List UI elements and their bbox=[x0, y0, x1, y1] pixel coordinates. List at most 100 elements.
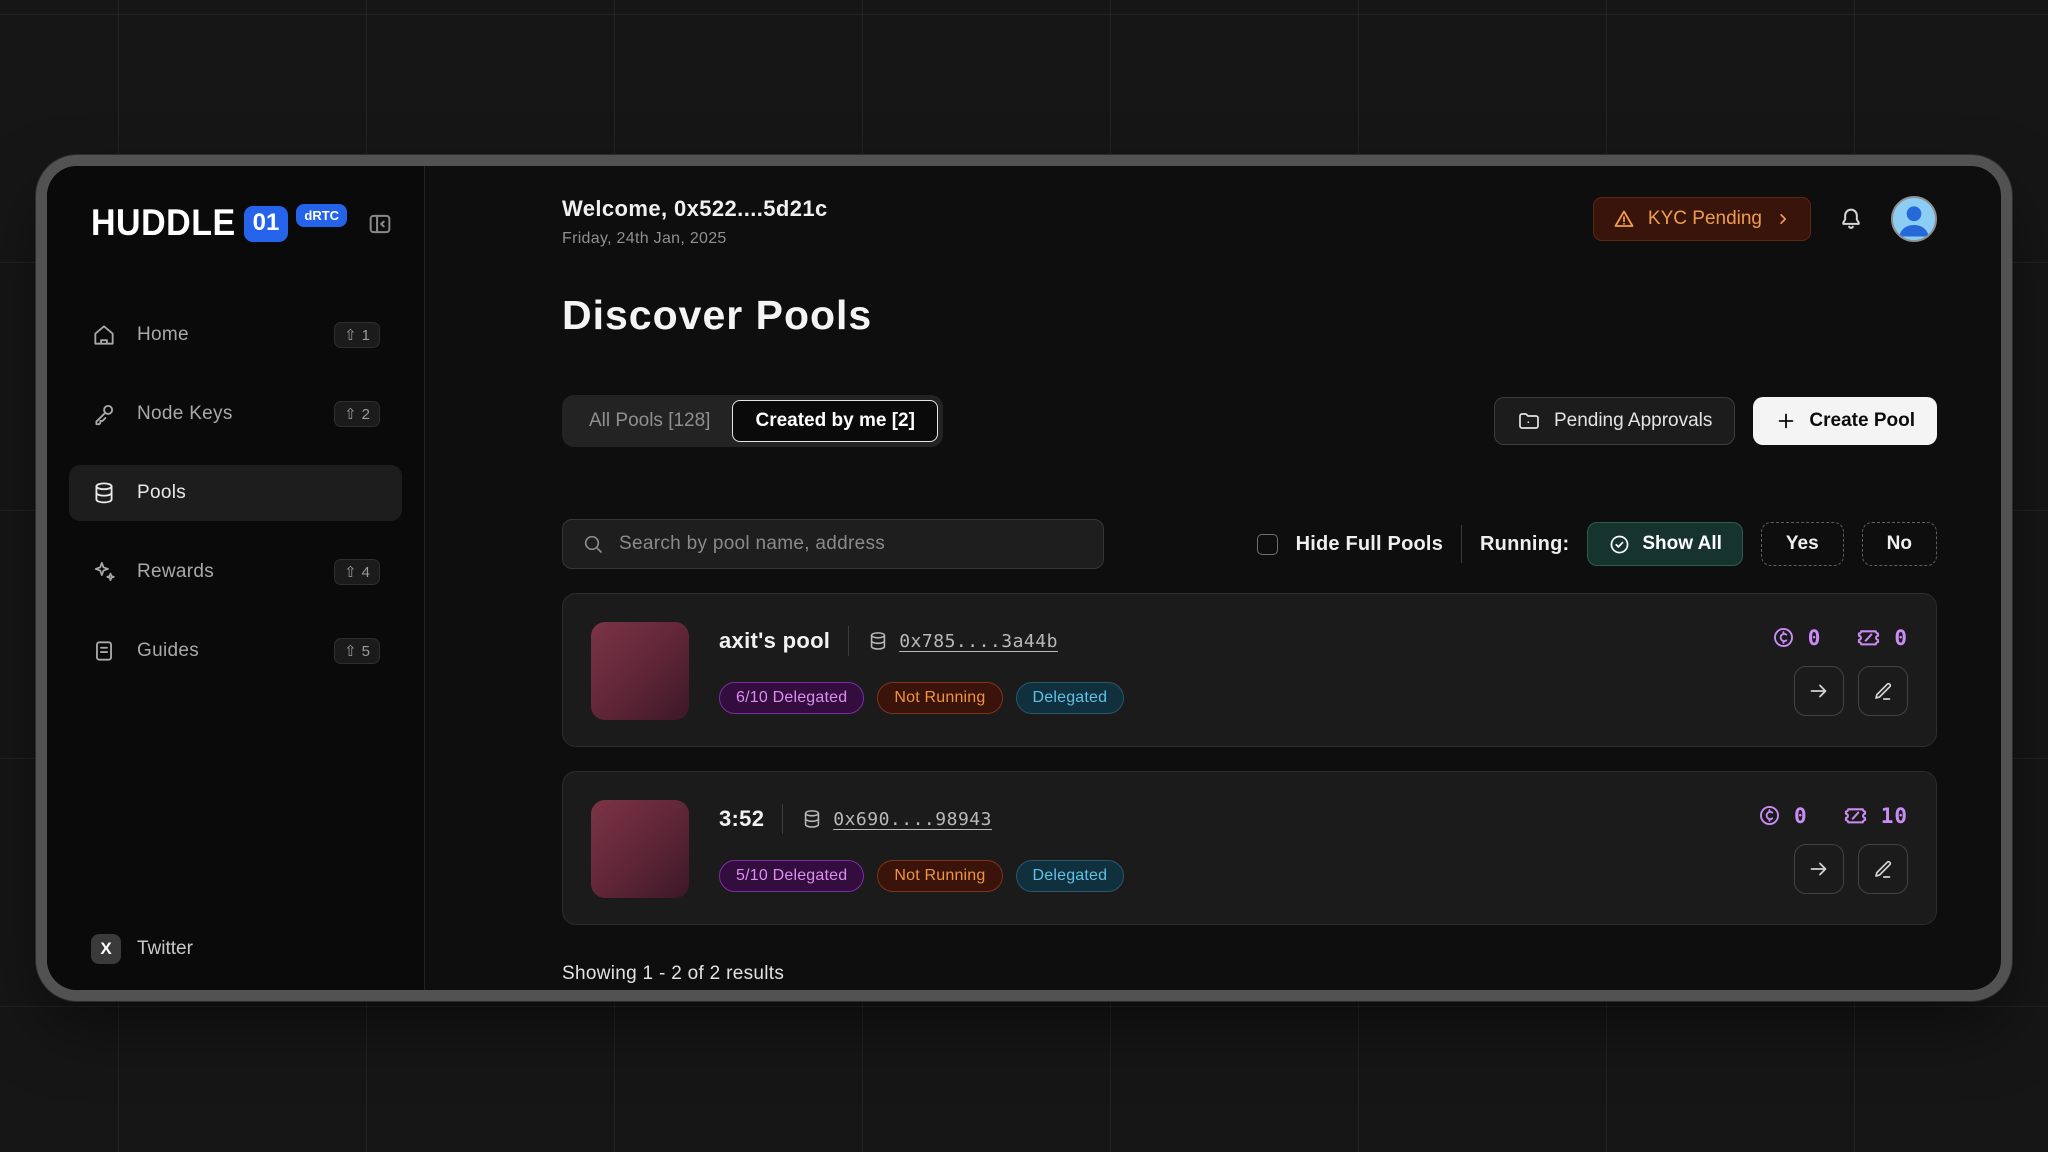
credits-value: 0 bbox=[1794, 804, 1808, 828]
open-pool-button[interactable] bbox=[1794, 844, 1844, 894]
twitter-label: Twitter bbox=[137, 938, 193, 960]
shortcut-badge: ⇧ 4 bbox=[334, 559, 380, 585]
credits-icon bbox=[1771, 625, 1796, 650]
user-avatar[interactable] bbox=[1891, 196, 1937, 242]
pool-search bbox=[562, 519, 1104, 569]
pool-actions bbox=[1794, 844, 1908, 894]
pool-name: 3:52 bbox=[719, 806, 764, 832]
pool-tabs: All Pools [128] Created by me [2] bbox=[562, 395, 943, 447]
sidebar-item-twitter[interactable]: X Twitter bbox=[47, 934, 424, 964]
header-actions: KYC Pending bbox=[1593, 196, 1937, 242]
edit-pool-button[interactable] bbox=[1858, 666, 1908, 716]
not-running-badge: Not Running bbox=[877, 860, 1002, 892]
logo-row: HUDDLE 01 dRTC bbox=[47, 204, 424, 243]
database-icon bbox=[867, 630, 889, 652]
sidebar-item-rewards[interactable]: Rewards ⇧ 4 bbox=[69, 544, 402, 600]
tickets-icon bbox=[1855, 624, 1882, 651]
pool-name-row: axit's pool 0x785....3a44b bbox=[719, 626, 1741, 656]
notifications-button[interactable] bbox=[1837, 205, 1865, 233]
home-icon bbox=[91, 322, 117, 348]
panel-collapse-icon bbox=[366, 210, 394, 238]
database-icon bbox=[91, 480, 117, 506]
running-show-all-button[interactable]: Show All bbox=[1587, 522, 1743, 566]
pool-address-link[interactable]: 0x690....98943 bbox=[801, 808, 992, 830]
pool-stats: 0 10 bbox=[1757, 802, 1908, 829]
search-icon bbox=[581, 532, 605, 556]
edit-pool-button[interactable] bbox=[1858, 844, 1908, 894]
create-pool-label: Create Pool bbox=[1809, 410, 1915, 432]
pool-address-link[interactable]: 0x785....3a44b bbox=[867, 630, 1058, 652]
page-header: Welcome, 0x522....5d21c Friday, 24th Jan… bbox=[562, 196, 1937, 248]
tabs-row: All Pools [128] Created by me [2] Pendin… bbox=[562, 395, 1937, 447]
hide-full-pools-label: Hide Full Pools bbox=[1296, 533, 1443, 556]
welcome-block: Welcome, 0x522....5d21c Friday, 24th Jan… bbox=[562, 196, 828, 248]
shift-icon: ⇧ bbox=[344, 563, 357, 581]
pencil-icon bbox=[1871, 857, 1895, 881]
folder-icon bbox=[1517, 409, 1541, 433]
tab-all-pools[interactable]: All Pools [128] bbox=[567, 400, 732, 442]
bell-icon bbox=[1837, 205, 1865, 233]
filter-row: Hide Full Pools Running: Show All Yes No bbox=[562, 519, 1937, 569]
search-input[interactable] bbox=[619, 533, 1085, 555]
pool-card: 3:52 0x690....98943 5/10 Deleg bbox=[562, 771, 1937, 925]
arrow-right-icon bbox=[1807, 679, 1831, 703]
book-icon bbox=[91, 638, 117, 664]
welcome-text: Welcome, 0x522....5d21c bbox=[562, 196, 828, 222]
shift-icon: ⇧ bbox=[344, 326, 357, 344]
running-no-button[interactable]: No bbox=[1862, 522, 1937, 566]
pending-approvals-button[interactable]: Pending Approvals bbox=[1494, 397, 1735, 445]
sparkles-icon bbox=[91, 559, 117, 585]
shift-icon: ⇧ bbox=[344, 642, 357, 660]
drtc-badge: dRTC bbox=[296, 204, 347, 227]
person-icon bbox=[1893, 198, 1935, 240]
credits-icon bbox=[1757, 803, 1782, 828]
shortcut-badge: ⇧ 2 bbox=[334, 401, 380, 427]
main-content: Welcome, 0x522....5d21c Friday, 24th Jan… bbox=[425, 166, 2001, 990]
x-twitter-icon: X bbox=[91, 934, 121, 964]
sidebar-item-label: Node Keys bbox=[137, 403, 314, 425]
pool-address: 0x785....3a44b bbox=[899, 631, 1058, 652]
sidebar-item-label: Rewards bbox=[137, 561, 314, 583]
pool-info: 3:52 0x690....98943 5/10 Deleg bbox=[719, 800, 1727, 896]
sidebar-item-home[interactable]: Home ⇧ 1 bbox=[69, 307, 402, 363]
pool-info: axit's pool 0x785....3a44b 6/1 bbox=[719, 622, 1741, 718]
tab-created-by-me[interactable]: Created by me [2] bbox=[732, 400, 937, 442]
pencil-icon bbox=[1871, 679, 1895, 703]
warning-icon bbox=[1612, 207, 1636, 231]
pending-approvals-label: Pending Approvals bbox=[1554, 410, 1712, 432]
sidebar-item-pools[interactable]: Pools bbox=[69, 465, 402, 521]
key-icon bbox=[91, 401, 117, 427]
brand-01-badge: 01 bbox=[244, 206, 289, 242]
shortcut-number: 2 bbox=[362, 406, 370, 423]
tickets-value: 0 bbox=[1894, 626, 1908, 650]
pool-thumbnail bbox=[591, 622, 689, 720]
pool-actions bbox=[1794, 666, 1908, 716]
shortcut-badge: ⇧ 5 bbox=[334, 638, 380, 664]
sidebar-item-node-keys[interactable]: Node Keys ⇧ 2 bbox=[69, 386, 402, 442]
running-filters: Hide Full Pools Running: Show All Yes No bbox=[1257, 522, 1937, 566]
pool-card: axit's pool 0x785....3a44b 6/1 bbox=[562, 593, 1937, 747]
sidebar-item-guides[interactable]: Guides ⇧ 5 bbox=[69, 623, 402, 679]
pool-name: axit's pool bbox=[719, 628, 830, 654]
sidebar-collapse-button[interactable] bbox=[366, 210, 394, 238]
sidebar-item-label: Pools bbox=[137, 482, 380, 504]
sidebar-item-label: Home bbox=[137, 324, 314, 346]
running-label: Running: bbox=[1480, 533, 1569, 556]
sidebar-nav: Home ⇧ 1 Node Keys ⇧ 2 bbox=[47, 307, 424, 679]
not-running-badge: Not Running bbox=[877, 682, 1002, 714]
divider bbox=[782, 804, 783, 834]
tabs-actions: Pending Approvals Create Pool bbox=[1494, 397, 1937, 445]
kyc-pending-label: KYC Pending bbox=[1648, 208, 1762, 230]
shortcut-number: 1 bbox=[362, 327, 370, 344]
desktop-background: HUDDLE 01 dRTC bbox=[0, 0, 2048, 1152]
page-title: Discover Pools bbox=[562, 292, 1937, 339]
hide-full-pools-checkbox[interactable] bbox=[1257, 534, 1278, 555]
sidebar: HUDDLE 01 dRTC bbox=[47, 166, 425, 990]
pool-meta: 0 10 bbox=[1757, 800, 1908, 896]
check-circle-icon bbox=[1608, 533, 1631, 556]
open-pool-button[interactable] bbox=[1794, 666, 1844, 716]
running-yes-button[interactable]: Yes bbox=[1761, 522, 1844, 566]
create-pool-button[interactable]: Create Pool bbox=[1753, 397, 1937, 445]
kyc-pending-button[interactable]: KYC Pending bbox=[1593, 197, 1811, 241]
chevron-right-icon bbox=[1774, 210, 1792, 228]
